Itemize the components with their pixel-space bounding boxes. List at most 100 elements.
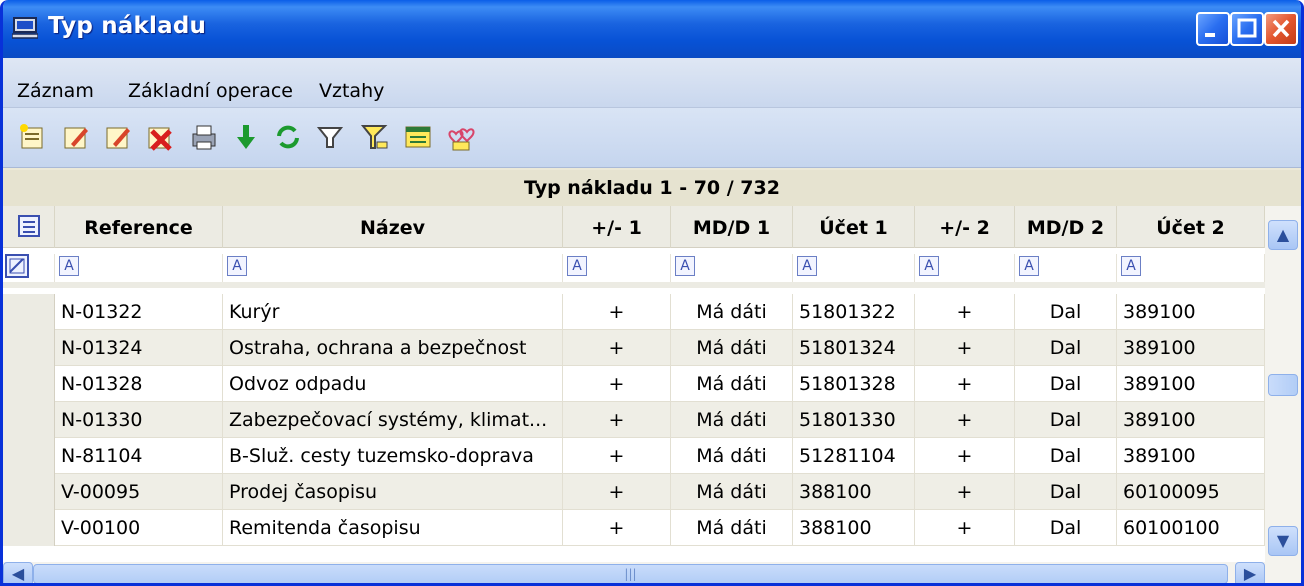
col-header-plus-minus-2[interactable]: +/- 2 [915,206,1015,248]
cell-mdd-1[interactable]: Má dáti [671,438,793,474]
filter-ucet-1[interactable]: A [793,254,915,282]
cell-mdd-1[interactable]: Má dáti [671,366,793,402]
filter-reference[interactable]: A [55,254,223,282]
delete-icon[interactable] [145,122,175,152]
table-row[interactable]: N-81104 B-Služ. cesty tuzemsko-doprava + Má… [3,438,1265,474]
cell-nazev[interactable]: Kurýr [223,294,563,330]
filter-icon[interactable] [315,122,345,152]
menu-zaznam[interactable]: Záznam [17,80,94,102]
title-bar[interactable]: Typ nákladu [3,0,1301,58]
row-selector[interactable] [3,510,55,546]
horizontal-scroll-thumb[interactable]: ||| [33,564,1228,583]
cell-plus-minus-2[interactable]: + [915,474,1015,510]
cell-mdd-2[interactable]: Dal [1015,294,1117,330]
download-icon[interactable] [231,122,261,152]
scroll-up-button[interactable]: ▲ [1268,220,1298,250]
filter-mdd-2[interactable]: A [1015,254,1117,282]
cell-reference[interactable]: V-00100 [55,510,223,546]
row-selector[interactable] [3,366,55,402]
cell-nazev[interactable]: Prodej časopisu [223,474,563,510]
maximize-button[interactable] [1230,12,1264,46]
cell-plus-minus-2[interactable]: + [915,366,1015,402]
cell-ucet-2[interactable]: 60100095 [1117,474,1265,510]
refresh-icon[interactable] [273,122,303,152]
cell-ucet-2[interactable]: 389100 [1117,294,1265,330]
cell-plus-minus-2[interactable]: + [915,294,1015,330]
filter-toggle-icon[interactable] [5,254,29,278]
table-row[interactable]: V-00095 Prodej časopisu + Má dáti 388100 + Dal… [3,474,1265,510]
cell-plus-minus-1[interactable]: + [563,402,671,438]
cell-plus-minus-1[interactable]: + [563,366,671,402]
cell-nazev[interactable]: Zabezpečovací systémy, klimat... [223,402,563,438]
col-header-nazev[interactable]: Název [223,206,563,248]
cell-plus-minus-1[interactable]: + [563,294,671,330]
cell-mdd-2[interactable]: Dal [1015,474,1117,510]
col-header-ucet-2[interactable]: Účet 2 [1117,206,1265,248]
cell-plus-minus-2[interactable]: + [915,402,1015,438]
cell-reference[interactable]: N-01330 [55,402,223,438]
hearts-icon[interactable] [447,122,477,152]
cell-ucet-1[interactable]: 51801328 [793,366,915,402]
filter-plus-minus-2[interactable]: A [915,254,1015,282]
cell-ucet-1[interactable]: 51801324 [793,330,915,366]
cell-mdd-1[interactable]: Má dáti [671,402,793,438]
col-header-reference[interactable]: Reference [55,206,223,248]
table-row[interactable]: N-01322 Kurýr + Má dáti 51801322 + Dal 389100 [3,294,1265,330]
cell-mdd-2[interactable]: Dal [1015,438,1117,474]
vertical-scroll-thumb[interactable] [1268,374,1298,396]
cell-mdd-2[interactable]: Dal [1015,330,1117,366]
cell-reference[interactable]: N-01322 [55,294,223,330]
filter-ucet-2[interactable]: A [1117,254,1265,282]
edit-copy-icon[interactable] [103,122,133,152]
scroll-right-button[interactable]: ▶ [1235,562,1265,583]
edit-icon[interactable] [61,122,91,152]
vertical-scrollbar[interactable]: ▲ ▼ [1265,206,1301,562]
cell-nazev[interactable]: B-Služ. cesty tuzemsko-doprava [223,438,563,474]
cell-mdd-1[interactable]: Má dáti [671,474,793,510]
cell-nazev[interactable]: Ostraha, ochrana a bezpečnost [223,330,563,366]
cell-ucet-1[interactable]: 51801322 [793,294,915,330]
cell-mdd-1[interactable]: Má dáti [671,330,793,366]
minimize-button[interactable] [1196,12,1230,46]
cell-ucet-1[interactable]: 388100 [793,510,915,546]
cell-ucet-1[interactable]: 51281104 [793,438,915,474]
column-chooser-cell[interactable] [3,206,55,248]
cell-mdd-1[interactable]: Má dáti [671,294,793,330]
cell-mdd-2[interactable]: Dal [1015,402,1117,438]
cell-ucet-2[interactable]: 389100 [1117,402,1265,438]
col-header-mdd-1[interactable]: MD/D 1 [671,206,793,248]
cell-nazev[interactable]: Odvoz odpadu [223,366,563,402]
cell-mdd-2[interactable]: Dal [1015,510,1117,546]
relations-icon[interactable] [403,122,433,152]
row-selector[interactable] [3,330,55,366]
table-row[interactable]: N-01330 Zabezpečovací systémy, klimat... +… [3,402,1265,438]
cell-plus-minus-1[interactable]: + [563,438,671,474]
column-chooser-icon[interactable] [17,215,40,237]
table-row[interactable]: V-00100 Remitenda časopisu + Má dáti 388100 +… [3,510,1265,546]
cell-mdd-2[interactable]: Dal [1015,366,1117,402]
cell-plus-minus-2[interactable]: + [915,510,1015,546]
filter-toggle-cell[interactable] [3,254,55,282]
cell-plus-minus-1[interactable]: + [563,474,671,510]
row-selector[interactable] [3,474,55,510]
col-header-ucet-1[interactable]: Účet 1 [793,206,915,248]
cell-ucet-2[interactable]: 389100 [1117,438,1265,474]
cell-nazev[interactable]: Remitenda časopisu [223,510,563,546]
cell-ucet-2[interactable]: 389100 [1117,330,1265,366]
table-row[interactable]: N-01324 Ostraha, ochrana a bezpečnost + Má … [3,330,1265,366]
menu-zakladni-operace[interactable]: Základní operace [128,80,293,102]
print-icon[interactable] [189,122,219,152]
cell-ucet-1[interactable]: 388100 [793,474,915,510]
close-button[interactable] [1264,12,1298,46]
cell-mdd-1[interactable]: Má dáti [671,510,793,546]
filter-nazev[interactable]: A [223,254,563,282]
cell-reference[interactable]: V-00095 [55,474,223,510]
cell-plus-minus-2[interactable]: + [915,438,1015,474]
cell-plus-minus-1[interactable]: + [563,330,671,366]
filter-mdd-1[interactable]: A [671,254,793,282]
menu-vztahy[interactable]: Vztahy [319,80,384,102]
filter-advanced-icon[interactable] [359,122,389,152]
horizontal-scrollbar[interactable]: ◀ ||| ▶ [3,562,1301,583]
col-header-plus-minus-1[interactable]: +/- 1 [563,206,671,248]
cell-reference[interactable]: N-01328 [55,366,223,402]
